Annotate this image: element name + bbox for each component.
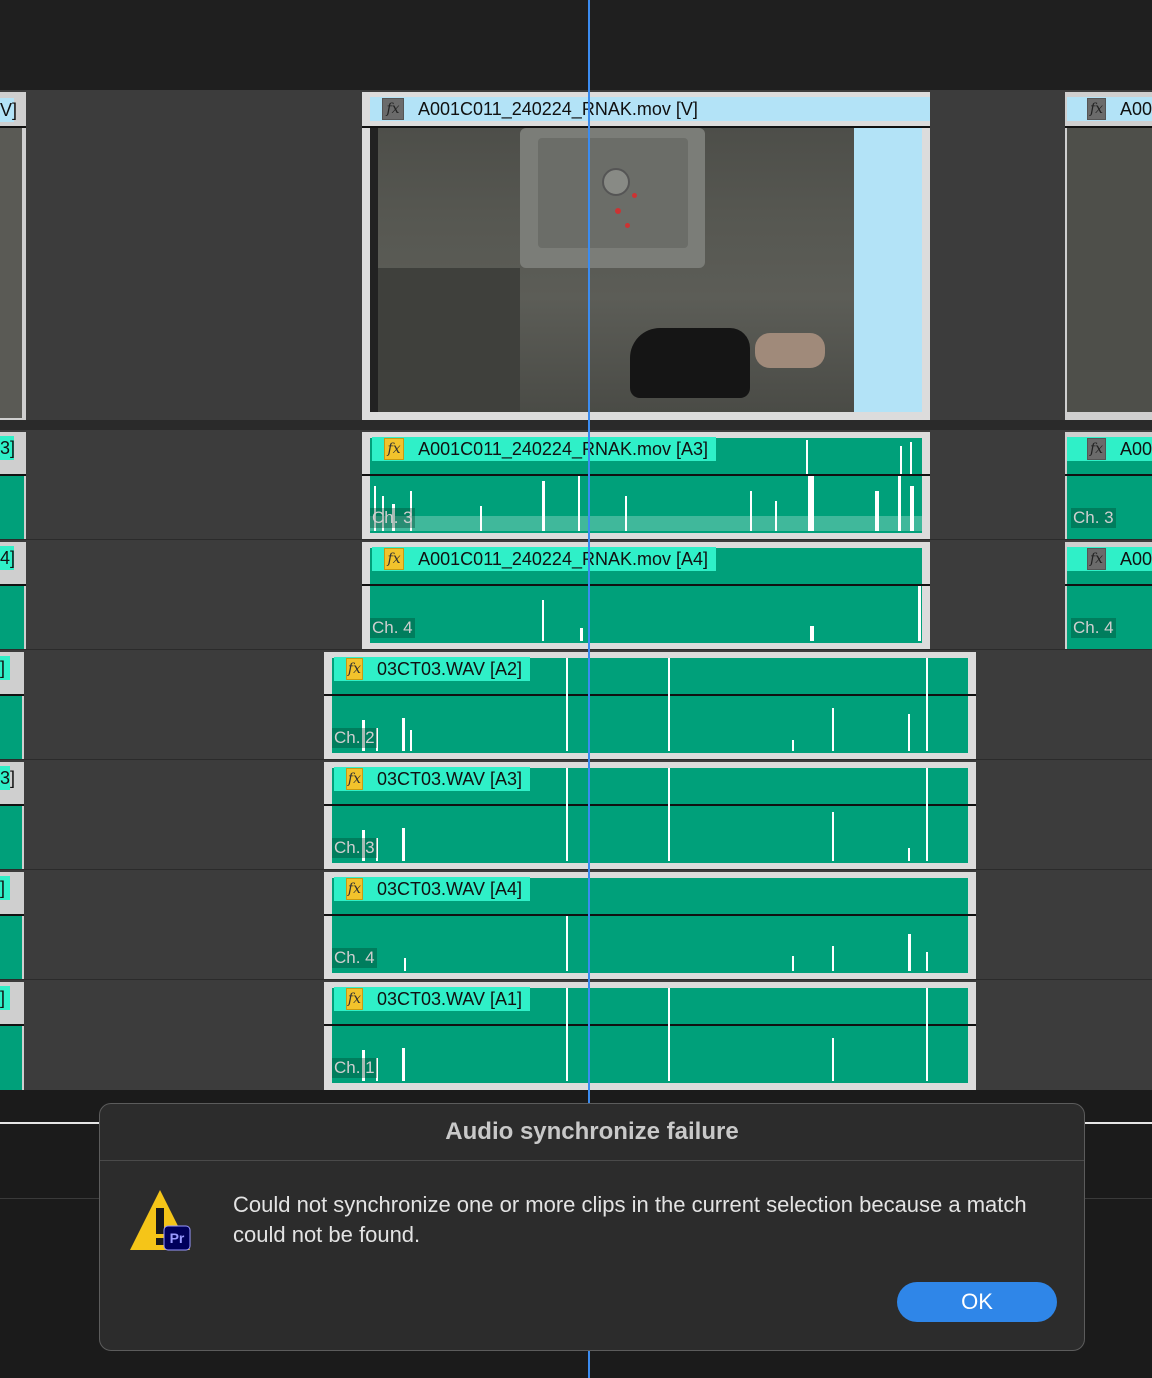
video-thumbnail [0,128,22,418]
thumb-edge [370,128,378,412]
waveform [362,768,928,861]
clip-label: 4] [0,546,15,570]
channel-label: Ch. 4 [370,618,415,638]
fx-badge-icon[interactable]: fx [384,548,405,570]
channel-label: Ch. 3 [332,838,377,858]
left-audio-clip[interactable]: ] [0,652,24,759]
waveform-area [0,586,24,649]
video-thumbnail [370,128,854,412]
fx-badge-icon[interactable]: fx [382,98,404,120]
waveform-overflow [806,440,912,474]
waveform-area [0,1026,22,1090]
clip-label: V] [0,98,17,122]
timeline-line [1085,1198,1152,1199]
waveform-area [0,476,24,539]
right-video-clip[interactable]: fx A00 [1065,92,1152,420]
wav-audio-clip-a1[interactable]: fx 03CT03.WAV [A1] Ch. 1 [324,982,976,1090]
premiere-warning-icon: Pr [130,1190,191,1251]
left-audio-clip[interactable]: ] [0,872,24,979]
waveform-area [0,806,22,869]
clip-label: ] [0,876,10,900]
clip-label: fx A001C011_240224_RNAK.mov [A4] [372,547,716,571]
fx-badge-icon[interactable]: fx [1087,438,1106,460]
clip-label: ] [0,986,10,1010]
channel-label: Ch. 2 [332,728,377,748]
mov-audio-clip-a3[interactable]: fx A001C011_240224_RNAK.mov [A3] Ch. 3 [362,432,930,539]
red-spot [632,193,637,198]
channel-label: Ch. 3 [1071,508,1116,528]
fx-badge-icon[interactable]: fx [1087,98,1106,120]
clip-header-line [1065,584,1152,586]
video-thumbnail [1067,128,1152,412]
waveform [362,988,928,1081]
sync-failure-dialog: Audio synchronize failure Pr Could not s… [99,1103,1085,1351]
ok-button[interactable]: OK [897,1282,1057,1322]
waveform [370,476,922,531]
right-audio-clip[interactable]: fx A00 Ch. 4 [1065,542,1152,649]
wav-audio-clip-a3[interactable]: fx 03CT03.WAV [A3] Ch. 3 [324,762,976,869]
hand-shape [755,333,825,368]
clip-label: ] [0,656,10,680]
clip-label: 3] [0,766,15,790]
clip-label: fx A001C011_240224_RNAK.mov [V] [370,97,930,121]
waveform [404,916,928,971]
clip-label: fx A00 [1067,547,1152,571]
timeline-line [1085,1122,1152,1124]
left-audio-clip[interactable]: ] [0,982,24,1090]
dialog-message: Could not synchronize one or more clips … [233,1192,1027,1247]
clip-label: 3] [0,436,15,460]
timeline-line [0,1198,100,1199]
right-audio-clip[interactable]: fx A00 Ch. 3 [1065,432,1152,539]
channel-label: Ch. 3 [370,508,415,528]
channel-label: Ch. 4 [1071,618,1116,638]
red-spot [625,223,630,228]
waveform-area [0,916,22,979]
red-spot [615,208,621,214]
channel-label: Ch. 4 [332,948,377,968]
wav-audio-clip-a4[interactable]: fx 03CT03.WAV [A4] Ch. 4 [324,872,976,979]
fx-badge-icon[interactable]: fx [346,878,363,900]
mov-audio-clip-a4[interactable]: fx A001C011_240224_RNAK.mov [A4] Ch. 4 [362,542,930,649]
left-audio-clip[interactable]: 3] [0,762,24,869]
channel-label: Ch. 1 [332,1058,377,1078]
left-video-clip[interactable]: V] [0,92,26,420]
premiere-badge: Pr [170,1230,185,1246]
wav-audio-clip-a2[interactable]: fx 03CT03.WAV [A2] Ch. 2 [324,652,976,759]
timeline-line [0,1122,100,1124]
left-audio-clip[interactable]: 3] [0,432,26,539]
clip-label: fx A00 [1067,437,1152,461]
left-audio-clip[interactable]: 4] [0,542,26,649]
clip-label: fx A001C011_240224_RNAK.mov [A3] [372,437,716,461]
sink-drain [602,168,630,196]
dark-figure [630,328,750,398]
clip-header-line [1065,474,1152,476]
waveform-area [0,696,22,759]
waveform [542,586,921,641]
main-video-clip[interactable]: fx A001C011_240224_RNAK.mov [V] [362,92,930,420]
track-divider [0,420,1152,430]
fx-badge-icon[interactable]: fx [1087,548,1106,570]
dialog-title: Audio synchronize failure [100,1104,1084,1161]
clip-label: fx A00 [1067,97,1152,121]
waveform [362,658,928,751]
clip-label: fx 03CT03.WAV [A4] [334,877,530,901]
fx-badge-icon[interactable]: fx [384,438,405,460]
floor-shadow [370,268,520,412]
timeline-top-bar [0,0,1152,90]
